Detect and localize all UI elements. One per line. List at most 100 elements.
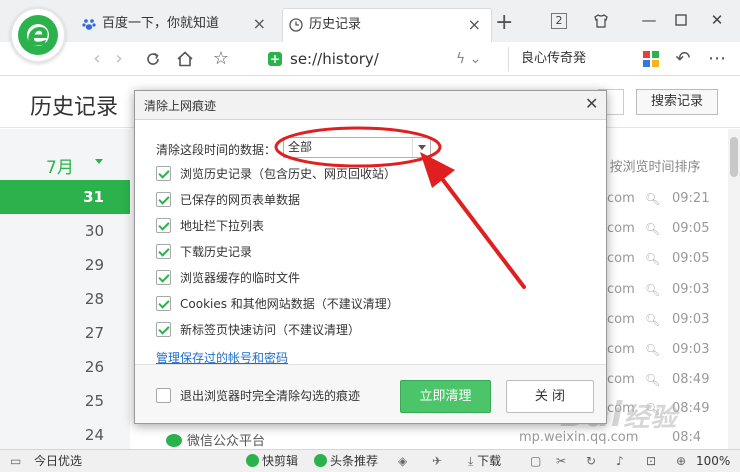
day-item[interactable]: 29 [0, 248, 130, 282]
monitor-icon[interactable]: ▢ [530, 454, 541, 469]
download-item[interactable]: ⤓ 下载 [468, 454, 501, 469]
maximize-icon[interactable] [670, 10, 692, 32]
entry-time: 08:49 [672, 372, 710, 387]
entry-time: 09:03 [672, 282, 710, 297]
home-icon[interactable] [172, 46, 198, 72]
time-range-select[interactable]: 全部 [283, 137, 431, 158]
tab-history[interactable]: 历史记录 × [282, 8, 492, 42]
refresh-icon[interactable] [140, 46, 166, 72]
menu-more-icon[interactable]: ⋯ [704, 46, 730, 72]
entry-domain[interactable]: com [607, 372, 635, 387]
headline-item[interactable]: 头条推荐 [314, 454, 378, 469]
close-tab-icon[interactable]: × [468, 9, 481, 41]
option-cookies[interactable]: Cookies 和其他网站数据（不建议清理） [156, 296, 399, 312]
scroll-thumb[interactable] [730, 137, 738, 177]
entry-domain[interactable]: com [607, 342, 635, 357]
checkbox[interactable] [156, 270, 171, 285]
day-item[interactable]: 25 [0, 384, 130, 418]
dialog-header: 清除上网痕迹 ✕ [135, 91, 606, 120]
option-label: 新标签页快速访问（不建议清理） [180, 323, 361, 337]
download-icon: ⤓ [468, 454, 478, 468]
zoom-icon[interactable]: ⊕ [676, 454, 686, 469]
tab-baidu[interactable]: 百度一下，你就知道 × [76, 8, 276, 42]
entry-domain[interactable]: com [607, 251, 635, 266]
day-item[interactable]: 24 [0, 418, 130, 452]
option-label: 下载历史记录 [180, 245, 253, 259]
entry-time: 09:05 [672, 221, 710, 236]
star-bookmark-icon[interactable]: ☆ [208, 46, 234, 72]
chevron-down-icon[interactable] [95, 159, 103, 164]
checkbox[interactable] [156, 322, 171, 337]
close-window-icon[interactable]: ✕ [706, 10, 728, 32]
search-icon[interactable]: 🔍︎ [645, 343, 660, 357]
wechat-icon [166, 434, 182, 447]
day-item[interactable]: 28 [0, 282, 130, 316]
checkbox[interactable] [156, 244, 171, 259]
minimize-icon[interactable]: — [638, 10, 660, 32]
tab-label: 百度一下，你就知道 [102, 16, 220, 31]
day-item[interactable]: 27 [0, 316, 130, 350]
play-icon [246, 454, 259, 467]
lightning-mode-icon[interactable]: ϟ ⌄ [456, 51, 481, 67]
forward-icon[interactable]: › [106, 46, 132, 72]
checkbox[interactable] [156, 296, 171, 311]
checkbox[interactable] [156, 218, 171, 233]
new-tab-plus-icon[interactable]: + [495, 10, 513, 36]
title-bar: 百度一下，你就知道 × 历史记录 × + 2 — ✕ [0, 0, 740, 42]
day-item[interactable]: 30 [0, 214, 130, 248]
close-tab-icon[interactable]: × [253, 8, 266, 40]
play-icon [314, 454, 327, 467]
quick-edit-item[interactable]: 快剪辑 [246, 454, 298, 469]
close-icon[interactable]: ✕ [585, 95, 598, 113]
entry-domain[interactable]: com [607, 312, 635, 327]
browser-logo: e [10, 7, 66, 63]
tab-label: 历史记录 [309, 17, 362, 32]
secure-shield-icon: + [268, 52, 282, 66]
option-clear-on-exit[interactable]: 退出浏览器时完全清除勾选的痕迹 [156, 388, 360, 404]
entry-domain[interactable]: com [607, 191, 635, 206]
option-address-dropdown[interactable]: 地址栏下拉列表 [156, 218, 264, 234]
option-browsing-history[interactable]: 浏览历史记录（包含历史、网页回收站） [156, 166, 396, 182]
search-history-button[interactable]: 搜索记录 [636, 89, 718, 115]
history-entry-wechat[interactable]: 微信公众平台 [166, 430, 265, 449]
close-button[interactable]: 关 闭 [506, 380, 594, 413]
shield-icon[interactable]: ◈ [398, 454, 407, 469]
search-icon[interactable]: 🔍︎ [645, 252, 660, 266]
undo-close-icon[interactable]: ↶ [670, 46, 696, 72]
day-item[interactable]: 31 [0, 180, 130, 214]
search-icon[interactable]: 🔍︎ [645, 222, 660, 236]
checkbox[interactable] [156, 166, 171, 181]
today-picks[interactable]: 今日优选 [34, 454, 82, 469]
tab-count-badge[interactable]: 2 [551, 13, 567, 29]
entry-domain[interactable]: com [607, 221, 635, 236]
search-box[interactable]: 良心传奇発 [508, 47, 628, 71]
option-form-data[interactable]: 已保存的网页表单数据 [156, 192, 300, 208]
option-download-history[interactable]: 下载历史记录 [156, 244, 252, 260]
zoom-level[interactable]: 100% [696, 454, 730, 469]
search-icon[interactable]: 🔍︎ [645, 373, 660, 387]
checkbox[interactable] [156, 192, 171, 207]
lock-icon[interactable]: ⊡ [646, 454, 656, 469]
refresh-icon[interactable]: ↻ [586, 454, 596, 469]
sort-by-time[interactable]: ◷ 按浏览时间排序 [594, 156, 701, 175]
search-icon[interactable]: 🔍︎ [645, 192, 660, 206]
apps-grid-icon[interactable] [638, 46, 664, 72]
range-label: 清除这段时间的数据： [156, 143, 277, 157]
page-scrollbar[interactable] [728, 129, 740, 449]
clear-now-button[interactable]: 立即清理 [400, 380, 491, 413]
search-icon[interactable]: 🔍︎ [645, 313, 660, 327]
entry-domain[interactable]: com [607, 282, 635, 297]
pin-icon[interactable]: ✈ [432, 454, 442, 469]
option-newtab-quick-access[interactable]: 新标签页快速访问（不建议清理） [156, 322, 360, 338]
checkbox[interactable] [156, 388, 171, 403]
day-item[interactable]: 26 [0, 350, 130, 384]
dropdown-arrow-icon[interactable] [412, 138, 430, 157]
window-icon[interactable]: ▭ [10, 454, 21, 469]
option-cache[interactable]: 浏览器缓存的临时文件 [156, 270, 300, 286]
month-selector[interactable]: 7月 [46, 153, 74, 178]
tools-icon[interactable]: ✂ [556, 454, 566, 469]
sound-icon[interactable]: ♪ [616, 454, 624, 469]
shirt-skin-icon[interactable] [590, 10, 612, 32]
entry-time: 09:21 [672, 191, 710, 206]
search-icon[interactable]: 🔍︎ [645, 283, 660, 297]
